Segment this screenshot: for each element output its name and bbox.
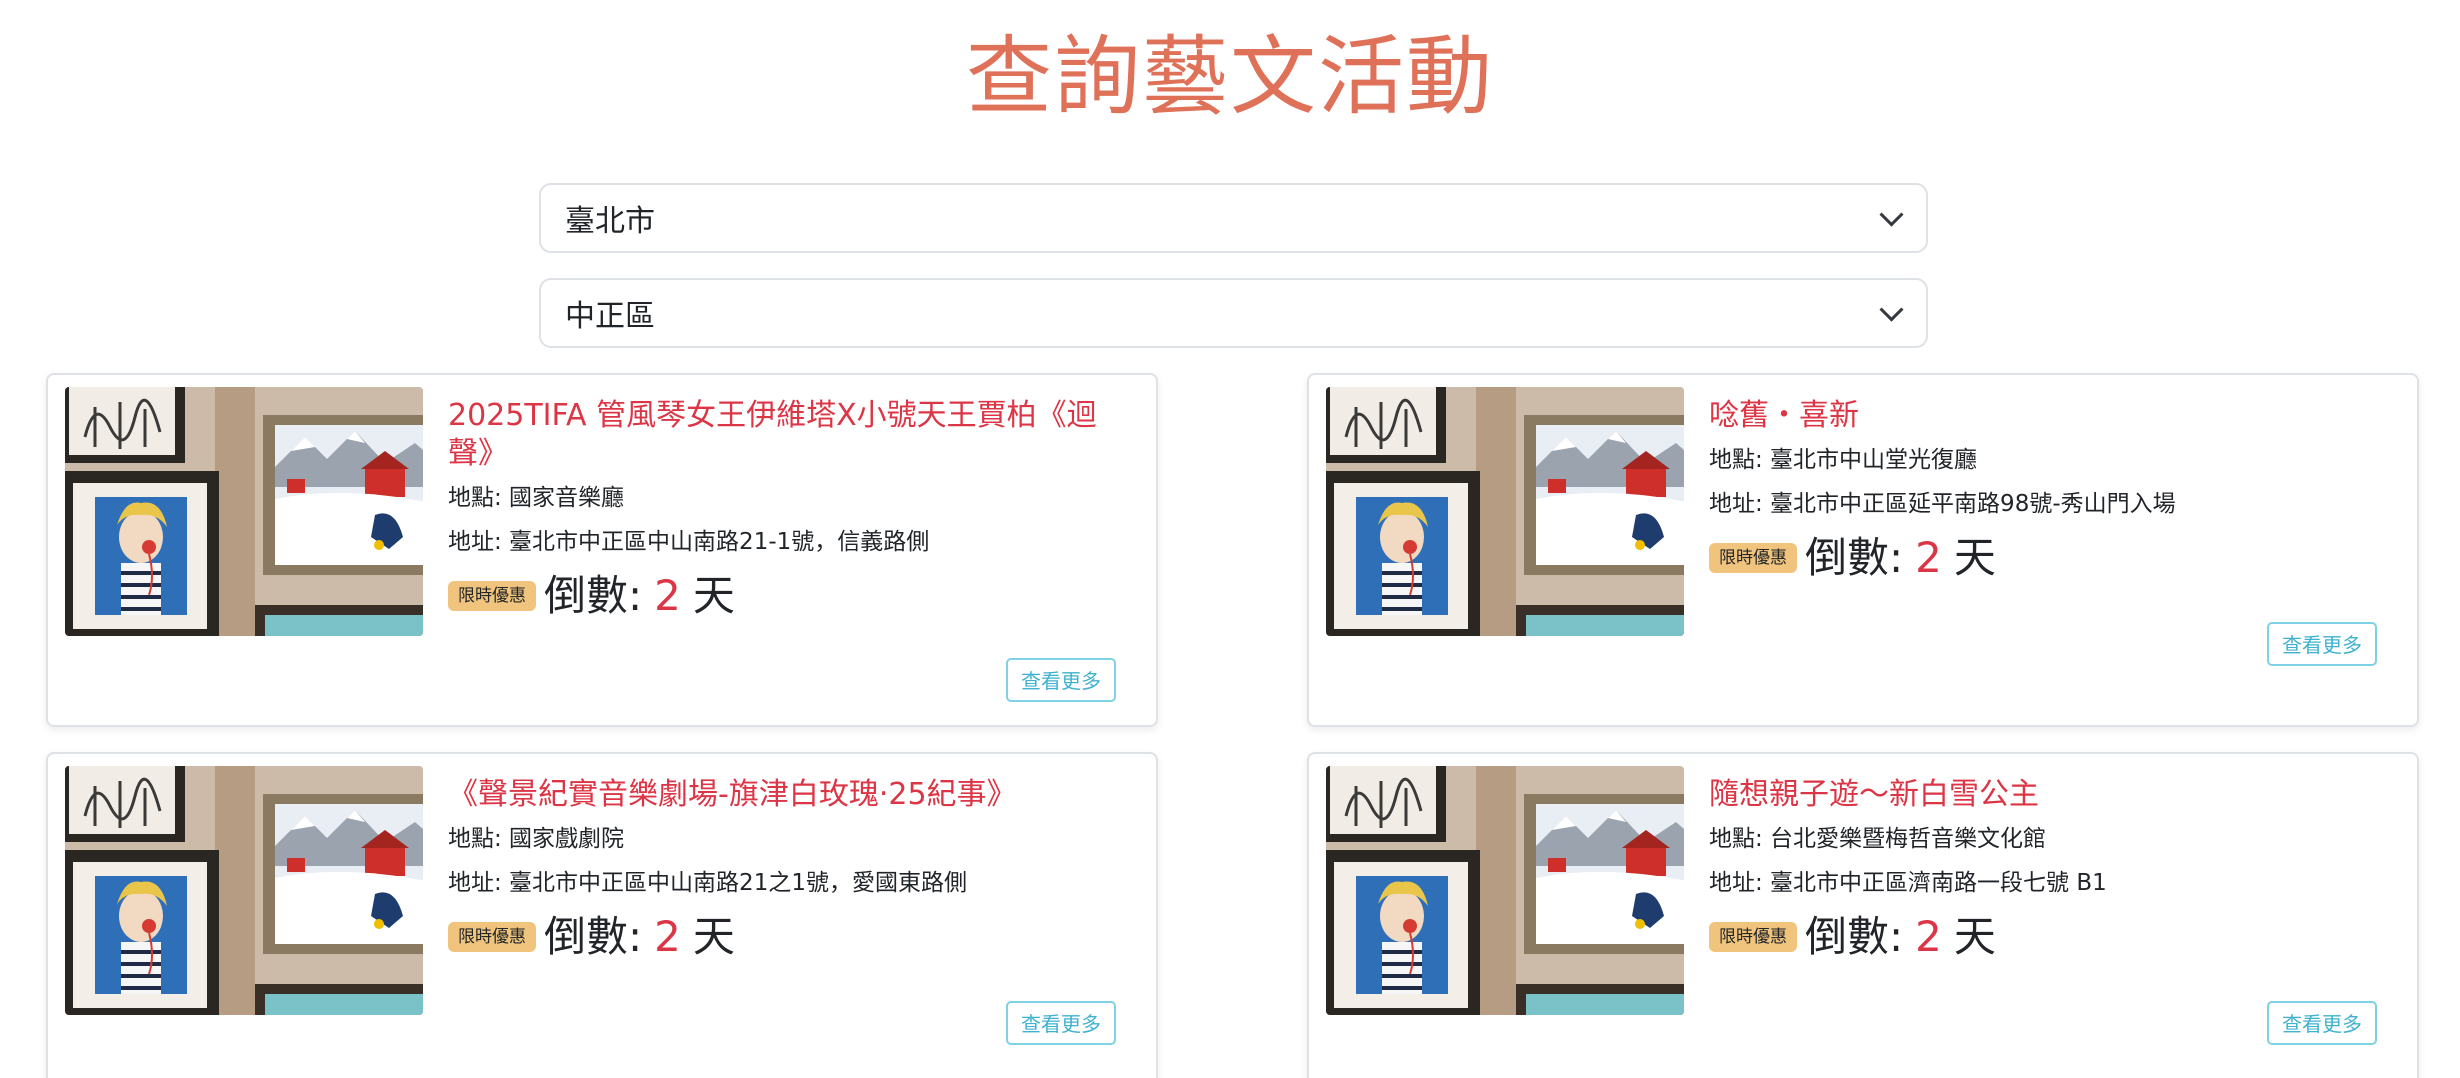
discount-badge: 限時優惠	[1709, 543, 1797, 573]
event-card: 唸舊・喜新 地點: 臺北市中山堂光復廳 地址: 臺北市中正區延平南路98號-秀山…	[1307, 373, 2419, 727]
event-venue: 地點: 國家音樂廳	[448, 485, 625, 511]
countdown-row: 限時優惠 倒數: 2 天	[448, 571, 1126, 621]
countdown-row: 限時優惠 倒數: 2 天	[1709, 533, 2387, 583]
event-card: 《聲景紀實音樂劇場-旗津白玫瑰‧25紀事》 地點: 國家戲劇院 地址: 臺北市中…	[46, 752, 1158, 1078]
event-card: 2025TIFA 管風琴女王伊維塔X小號天王賈柏《迴聲》 地點: 國家音樂廳 地…	[46, 373, 1158, 727]
view-more-button[interactable]: 查看更多	[1006, 1001, 1116, 1045]
event-address: 地址: 臺北市中正區延平南路98號-秀山門入場	[1709, 491, 2176, 517]
event-image	[65, 766, 423, 1015]
countdown-row: 限時優惠 倒數: 2 天	[448, 912, 1126, 962]
countdown: 倒數: 2 天	[1805, 533, 1996, 583]
event-address: 地址: 臺北市中正區中山南路21之1號，愛國東路側	[448, 870, 967, 896]
countdown-unit: 天	[692, 912, 735, 961]
page-title: 查詢藝文活動	[966, 27, 1494, 127]
view-more-button[interactable]: 查看更多	[2267, 1001, 2377, 1045]
view-more-button[interactable]: 查看更多	[2267, 622, 2377, 666]
city-select-value: 臺北市	[565, 204, 655, 239]
event-address: 地址: 臺北市中正區濟南路一段七號 B1	[1709, 870, 2107, 896]
event-card: 隨想親子遊～新白雪公主 地點: 台北愛樂暨梅哲音樂文化館 地址: 臺北市中正區濟…	[1307, 752, 2419, 1078]
event-title: 《聲景紀實音樂劇場-旗津白玫瑰‧25紀事》	[448, 777, 1017, 812]
event-title: 2025TIFA 管風琴女王伊維塔X小號天王賈柏《迴聲》	[448, 398, 1097, 471]
event-venue: 地點: 台北愛樂暨梅哲音樂文化館	[1709, 826, 2047, 852]
discount-badge: 限時優惠	[448, 581, 536, 611]
event-card-body: 隨想親子遊～新白雪公主 地點: 台北愛樂暨梅哲音樂文化館 地址: 臺北市中正區濟…	[1709, 776, 2387, 962]
event-image	[1326, 766, 1684, 1015]
countdown-unit: 天	[1953, 912, 1996, 961]
countdown: 倒數: 2 天	[544, 571, 735, 621]
chevron-down-icon	[1879, 297, 1904, 322]
district-select-value: 中正區	[565, 299, 655, 334]
discount-badge: 限時優惠	[1709, 922, 1797, 952]
district-select[interactable]: 中正區	[539, 278, 1928, 348]
countdown-unit: 天	[1953, 533, 1996, 582]
countdown-number: 2	[654, 912, 681, 961]
chevron-down-icon	[1879, 202, 1904, 227]
event-image	[65, 387, 423, 636]
event-title: 唸舊・喜新	[1709, 398, 1859, 433]
countdown-row: 限時優惠 倒數: 2 天	[1709, 912, 2387, 962]
event-card-body: 《聲景紀實音樂劇場-旗津白玫瑰‧25紀事》 地點: 國家戲劇院 地址: 臺北市中…	[448, 776, 1126, 962]
discount-badge: 限時優惠	[448, 922, 536, 952]
page: 查詢藝文活動 臺北市 中正區 2025TIFA 管風琴女王伊維塔X小號天王賈柏《…	[0, 0, 2460, 1078]
countdown-number: 2	[1915, 912, 1942, 961]
event-title: 隨想親子遊～新白雪公主	[1709, 777, 2039, 812]
countdown: 倒數: 2 天	[544, 912, 735, 962]
countdown-number: 2	[654, 571, 681, 620]
countdown: 倒數: 2 天	[1805, 912, 1996, 962]
countdown-number: 2	[1915, 533, 1942, 582]
countdown-label: 倒數:	[1805, 912, 1904, 961]
countdown-label: 倒數:	[544, 571, 643, 620]
event-card-body: 2025TIFA 管風琴女王伊維塔X小號天王賈柏《迴聲》 地點: 國家音樂廳 地…	[448, 397, 1126, 621]
countdown-label: 倒數:	[544, 912, 643, 961]
countdown-label: 倒數:	[1805, 533, 1904, 582]
event-address: 地址: 臺北市中正區中山南路21-1號，信義路側	[448, 529, 930, 555]
event-venue: 地點: 國家戲劇院	[448, 826, 625, 852]
event-image	[1326, 387, 1684, 636]
view-more-button[interactable]: 查看更多	[1006, 658, 1116, 702]
event-card-body: 唸舊・喜新 地點: 臺北市中山堂光復廳 地址: 臺北市中正區延平南路98號-秀山…	[1709, 397, 2387, 583]
countdown-unit: 天	[692, 571, 735, 620]
city-select[interactable]: 臺北市	[539, 183, 1928, 253]
event-venue: 地點: 臺北市中山堂光復廳	[1709, 447, 1978, 473]
